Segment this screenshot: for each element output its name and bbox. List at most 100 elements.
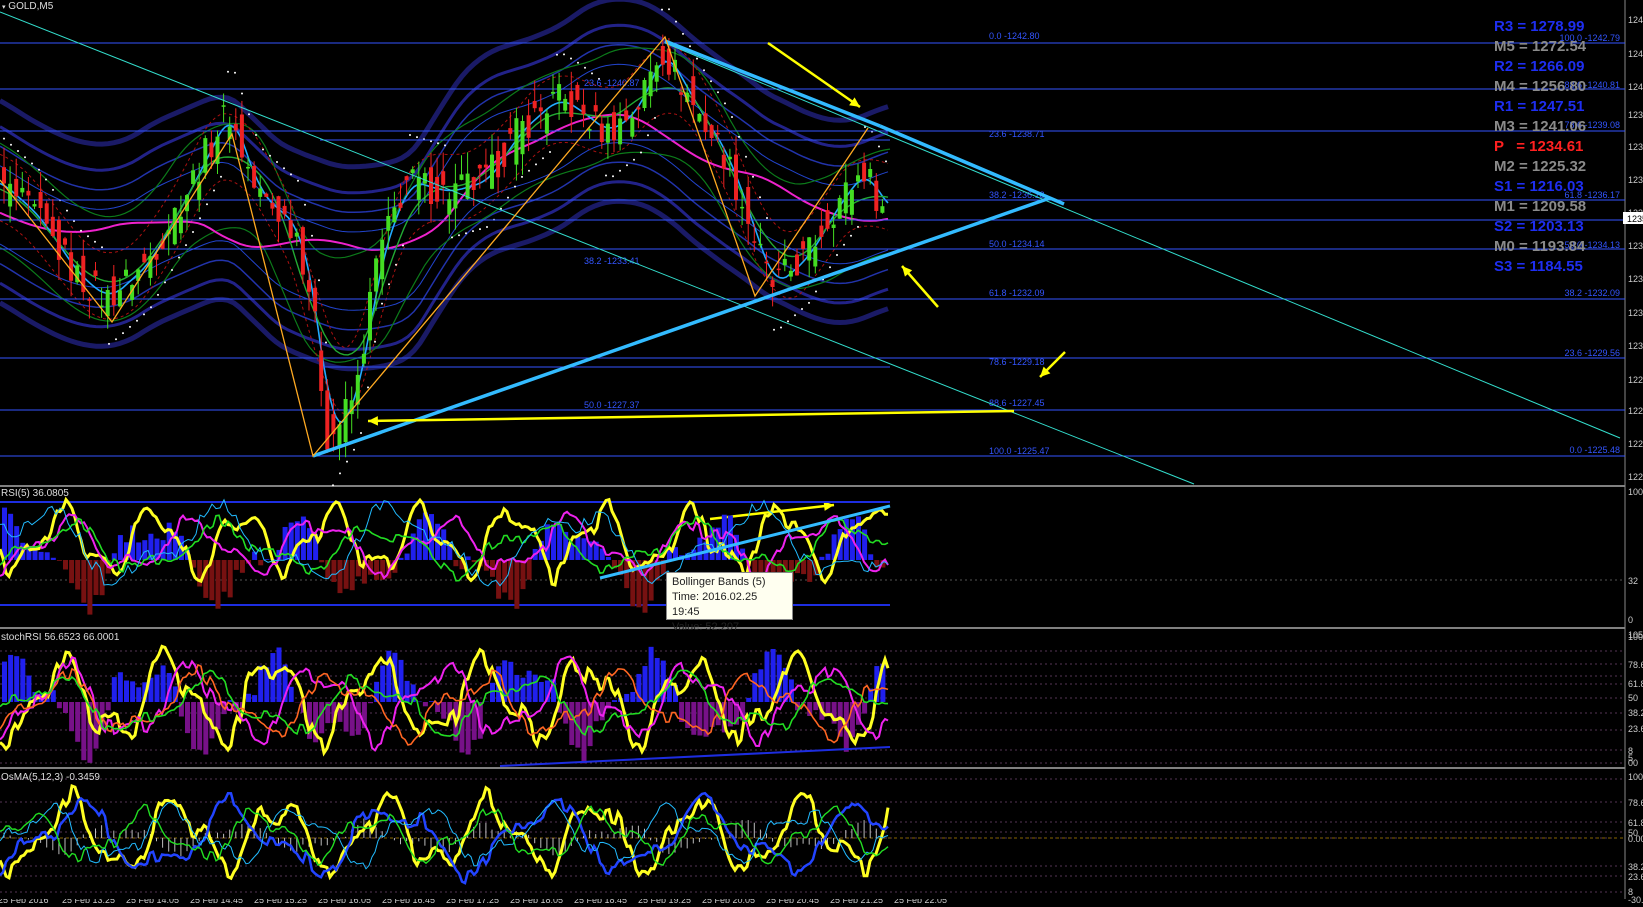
rsi-histogram-bar [56, 560, 62, 561]
candle-body [575, 84, 580, 100]
sar-dot [479, 228, 481, 231]
candle-body [221, 105, 226, 107]
rsi-histogram-bar [349, 560, 355, 591]
rsi-histogram-bar [75, 560, 81, 590]
candle-body [124, 269, 128, 276]
pivot-level-label: S2 = 1203.13 [1494, 218, 1584, 235]
fib-label-left: 50.0 -1227.37 [584, 400, 640, 410]
pivot-level-label: S3 = 1184.55 [1494, 258, 1583, 275]
stoch-histogram-bar [136, 687, 142, 702]
sar-dot [255, 134, 257, 136]
stoch-histogram-bar [185, 702, 190, 734]
rsi-histogram-bar [697, 537, 703, 561]
candle-body [191, 170, 196, 184]
stoch-histogram-bar [532, 674, 538, 702]
sar-dot [710, 80, 712, 83]
candle-body [849, 189, 854, 215]
rsi-histogram-bar [605, 556, 611, 560]
sar-dot [220, 175, 222, 178]
rsi-histogram-bar [404, 553, 410, 561]
sar-dot [808, 301, 810, 304]
time-tick-label: 25 Feb 19:25 [638, 899, 692, 905]
price-tick-label: 1232 [1628, 274, 1643, 284]
sar-dot [843, 243, 845, 246]
candle-body [788, 270, 793, 277]
candle-body [599, 123, 604, 142]
sar-dot [829, 266, 831, 269]
dropdown-icon[interactable]: ▾ [2, 4, 6, 11]
sar-dot [213, 189, 215, 192]
time-tick-label: 25 Feb 20:05 [702, 899, 756, 905]
stoch-histogram-bar [124, 680, 129, 703]
sar-dot [108, 342, 110, 345]
stoch-histogram-bar [746, 697, 752, 702]
sar-dot [3, 137, 5, 140]
fib-label-right: 38.2 -1232.09 [1564, 288, 1620, 298]
stoch-axis-label: 38.2 [1628, 708, 1643, 718]
sar-dot [654, 116, 656, 119]
price-tick-label: 1243 [1628, 15, 1643, 25]
sar-dot [703, 69, 705, 72]
sar-dot [241, 92, 243, 95]
candle-body [532, 101, 537, 109]
rsi-axis-label: 0 [1628, 615, 1633, 625]
candle-body [313, 287, 318, 312]
candle-body [581, 104, 586, 115]
price-tick-label: 1236 [1628, 175, 1643, 185]
stoch-histogram-bar [117, 672, 123, 703]
sar-dot [542, 157, 544, 160]
osma-axis-label: 0.00 [1628, 834, 1643, 844]
sar-dot [10, 143, 12, 146]
pivot-level-label: R2 = 1266.09 [1494, 58, 1585, 75]
candle-body [496, 151, 501, 178]
candle-body [14, 178, 19, 197]
price-tick-label: 1242 [1628, 49, 1643, 59]
candle-body [868, 169, 873, 178]
sar-dot [696, 57, 698, 60]
sar-dot [745, 155, 747, 158]
candle-body [746, 187, 751, 224]
sar-dot [227, 70, 229, 73]
stoch-histogram-bar [441, 702, 447, 719]
sar-dot [367, 386, 369, 389]
candle-body [880, 206, 885, 213]
candle-body [87, 299, 92, 301]
osma-title: OsMA(5,12,3) -0.3459 [1, 772, 100, 783]
osma-axis-label: 38.2 [1628, 862, 1643, 872]
osma-axis-label: 78.6 [1628, 798, 1643, 808]
candle-body [386, 216, 391, 231]
stoch-histogram-bar [642, 666, 648, 703]
sar-dot [528, 169, 530, 172]
rsi-histogram-bar [807, 560, 813, 582]
candle-body [752, 241, 757, 243]
price-tick-label: 1238 [1628, 142, 1643, 152]
price-chart[interactable]: 100.0 -1242.7988.6 -1240.8178.6 -1239.08… [0, 0, 1643, 907]
fib-label-right: 0.0 -1225.48 [1569, 445, 1620, 455]
rsi-histogram-bar [502, 560, 508, 593]
sar-dot [717, 91, 719, 94]
sar-dot [374, 340, 376, 343]
candle-body [862, 162, 867, 182]
sar-dot [766, 217, 768, 219]
fib-label-mid: 23.6 -1238.71 [989, 129, 1045, 139]
candle-body [776, 268, 781, 271]
sar-dot [136, 319, 138, 322]
candle-body [477, 164, 482, 169]
candle-body [392, 207, 397, 223]
sar-dot [409, 134, 411, 136]
sar-dot [507, 196, 509, 199]
sar-dot [675, 20, 677, 23]
candle-body [605, 123, 610, 143]
rsi-histogram-bar [81, 560, 87, 603]
sar-dot [185, 244, 187, 247]
candle-body [429, 167, 433, 204]
candle-body [368, 291, 372, 341]
stoch-histogram-bar [215, 702, 221, 730]
sar-dot [780, 326, 782, 329]
rsi-histogram-bar [69, 560, 75, 584]
sar-dot [80, 229, 82, 232]
candle-body [410, 169, 415, 174]
candle-body [514, 118, 519, 165]
indicator-tooltip: Bollinger Bands (5) Time: 2016.02.25 19:… [666, 572, 793, 633]
sar-dot [668, 8, 670, 11]
